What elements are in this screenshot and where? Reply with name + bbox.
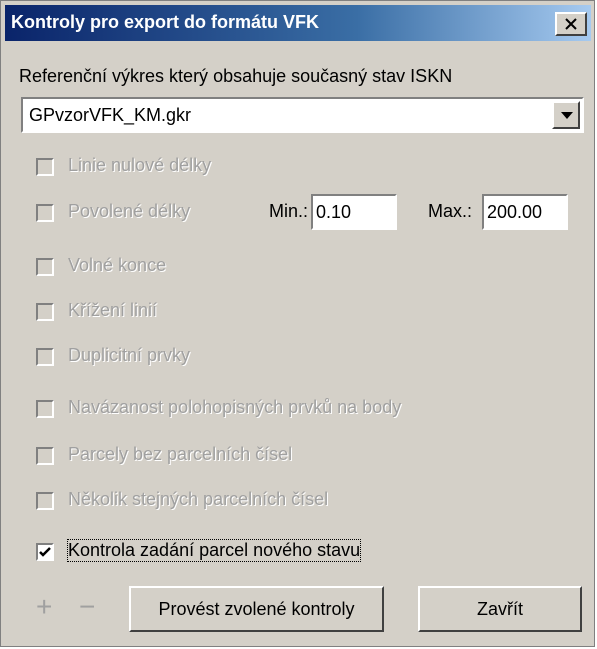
title-bar[interactable]: Kontroly pro export do formátu VFK <box>5 5 591 41</box>
checkbox-label-duplicate-parcel-numbers: Několik stejných parcelních čísel <box>68 489 329 509</box>
min-label: Min.: <box>269 201 309 221</box>
checkbox-zero-length-lines[interactable] <box>36 158 54 176</box>
min-length-value: 0.10 <box>316 202 352 222</box>
remove-icon[interactable]: − <box>79 591 95 623</box>
checkmark-icon <box>39 547 51 557</box>
checkbox-label-parcels-without-numbers: Parcely bez parcelních čísel <box>68 444 293 464</box>
close-button[interactable] <box>555 12 587 36</box>
checkbox-allowed-lengths[interactable] <box>36 204 54 222</box>
add-icon[interactable]: + <box>36 591 52 623</box>
reference-drawing-select[interactable]: GPvzorVFK_KM.gkr <box>21 97 584 133</box>
checkbox-label-allowed-lengths: Povolené délky <box>68 201 191 221</box>
close-icon <box>565 18 577 30</box>
checkbox-new-parcel-entry-check[interactable] <box>36 543 54 561</box>
checkbox-label-element-point-linkage: Navázanost polohopisných prvků na body <box>68 397 402 417</box>
checkbox-line-crossings[interactable] <box>36 303 54 321</box>
max-length-value: 200.00 <box>487 202 543 222</box>
checkbox-duplicate-elements[interactable] <box>36 348 54 366</box>
chevron-down-icon <box>561 112 573 119</box>
checkbox-duplicate-parcel-numbers[interactable] <box>36 492 54 510</box>
checkbox-label-new-parcel-entry-check: Kontrola zadání parcel nového stavu <box>66 539 362 562</box>
reference-drawing-value: GPvzorVFK_KM.gkr <box>29 105 192 125</box>
max-label: Max.: <box>428 201 473 221</box>
checkbox-label-duplicate-elements: Duplicitní prvky <box>68 345 191 365</box>
checkbox-element-point-linkage[interactable] <box>36 400 54 418</box>
run-checks-button[interactable]: Provést zvolené kontroly <box>129 586 384 632</box>
dialog-window: Kontroly pro export do formátu VFK Refer… <box>0 0 595 647</box>
checkbox-label-zero-length-lines: Linie nulové délky <box>68 155 212 175</box>
checkbox-parcels-without-numbers[interactable] <box>36 447 54 465</box>
max-length-input[interactable]: 200.00 <box>482 194 568 230</box>
dropdown-button[interactable] <box>552 101 580 129</box>
close-dialog-button[interactable]: Zavřít <box>418 586 582 632</box>
window-title: Kontroly pro export do formátu VFK <box>11 12 319 32</box>
min-length-input[interactable]: 0.10 <box>311 194 397 230</box>
checkbox-label-free-ends: Volné konce <box>68 255 167 275</box>
checkbox-label-line-crossings: Křížení linií <box>68 300 158 320</box>
checkbox-free-ends[interactable] <box>36 258 54 276</box>
reference-label: Referenční výkres který obsahuje současn… <box>19 66 453 86</box>
